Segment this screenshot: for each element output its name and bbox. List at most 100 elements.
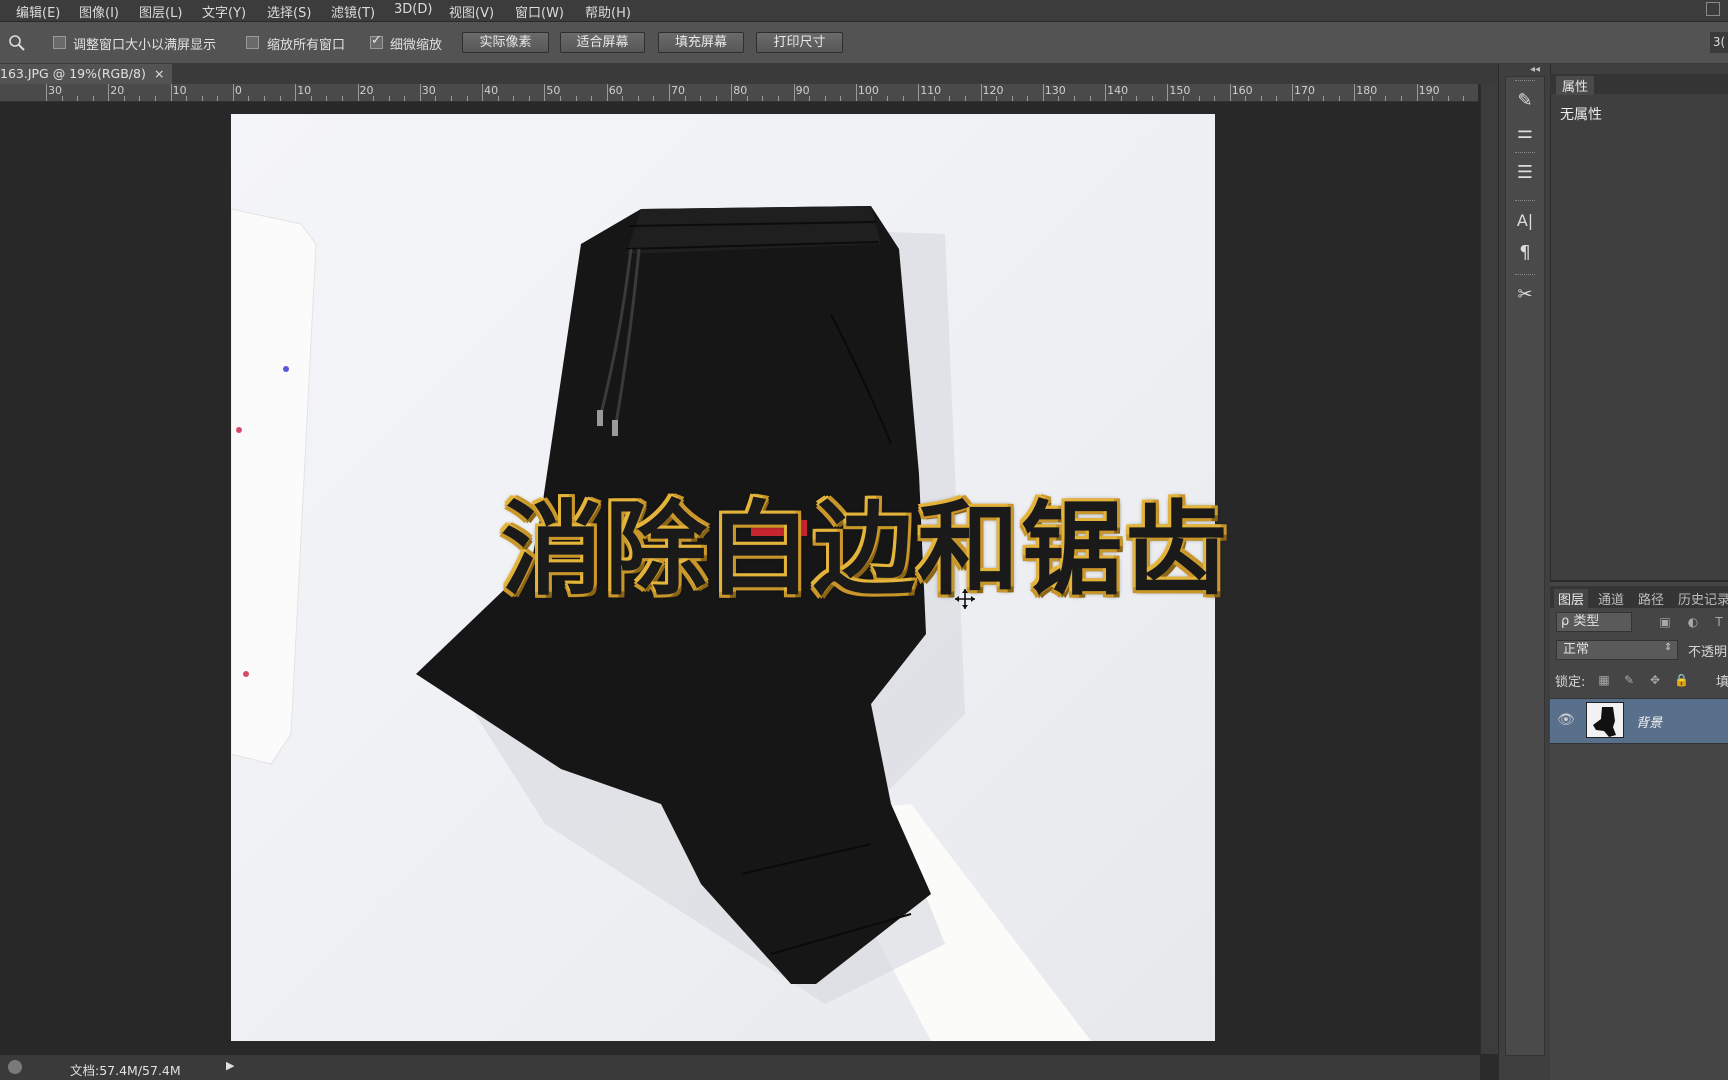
- blend-mode-select[interactable]: 正常: [1556, 640, 1678, 660]
- ruler-tick: [373, 96, 375, 101]
- layer-name: 背景: [1636, 716, 1663, 731]
- ruler-tick: [1323, 96, 1325, 101]
- ruler-tick-label: 80: [733, 84, 748, 97]
- visibility-eye-icon[interactable]: 👁: [1557, 712, 1575, 728]
- actual-pixels-button[interactable]: 实际像素: [462, 32, 549, 53]
- ruler-tick: [824, 96, 826, 101]
- window-control-icon[interactable]: [1706, 2, 1720, 16]
- tool-presets-icon[interactable]: ✂: [1512, 282, 1538, 308]
- menu-edit[interactable]: 编辑(E): [16, 2, 60, 21]
- filter-adjustment-icon[interactable]: ◐: [1686, 615, 1700, 629]
- zoom-tool-icon[interactable]: [8, 34, 26, 52]
- close-tab-icon[interactable]: ×: [154, 64, 164, 84]
- lock-paint-icon[interactable]: ✎: [1622, 673, 1636, 687]
- ruler-tick-label: 160: [1231, 84, 1253, 97]
- ruler-tick: [996, 96, 998, 101]
- lock-all-icon[interactable]: 🔒: [1674, 673, 1689, 687]
- ruler-tick: [1463, 96, 1465, 101]
- ruler-tick: [918, 84, 920, 101]
- fill-screen-button[interactable]: 填充屏幕: [658, 32, 744, 53]
- document-tab[interactable]: 163.JPG @ 19%(RGB/8) ×: [0, 64, 172, 84]
- ruler-tick: [248, 96, 250, 101]
- tab-layers[interactable]: 图层: [1554, 589, 1589, 608]
- ruler-tick: [264, 96, 266, 101]
- tab-properties[interactable]: 属性: [1556, 76, 1595, 95]
- ruler-tick: [606, 84, 608, 101]
- lock-position-icon[interactable]: ✥: [1648, 673, 1662, 687]
- scrubby-zoom-checkbox[interactable]: [370, 33, 383, 49]
- ruler-tick: [497, 96, 499, 101]
- ruler-tick: [575, 96, 577, 101]
- menu-window[interactable]: 窗口(W): [515, 2, 564, 21]
- collapse-panels-icon[interactable]: ◂◂: [1530, 64, 1540, 75]
- ruler-tick: [201, 96, 203, 101]
- layer-thumbnail-image: [1593, 707, 1616, 737]
- ruler-tick: [778, 96, 780, 101]
- ruler-tick: [217, 96, 219, 101]
- ruler-tick: [1401, 96, 1403, 101]
- filter-pixel-icon[interactable]: ▣: [1658, 615, 1672, 629]
- ruler-tick: [809, 96, 811, 101]
- ruler-tick-label: 130: [1044, 84, 1066, 97]
- tab-history[interactable]: 历史记录: [1678, 589, 1728, 608]
- menu-help[interactable]: 帮助(H): [585, 2, 631, 21]
- panel-separator: [1515, 80, 1535, 82]
- ruler-tick: [1354, 84, 1356, 101]
- brush-settings-icon[interactable]: ✎: [1512, 88, 1538, 114]
- ruler-tick: [964, 96, 966, 101]
- status-menu-icon[interactable]: [8, 1060, 22, 1074]
- ruler-tick: [295, 84, 297, 101]
- ruler-tick: [1260, 96, 1262, 101]
- menu-filter[interactable]: 滤镜(T): [331, 2, 375, 21]
- ruler-tick: [1276, 96, 1278, 101]
- tab-strip: [172, 64, 1498, 84]
- ruler-tick-label: 190: [1418, 84, 1440, 97]
- status-bar: 文档:57.4M/57.4M ▶: [0, 1054, 1480, 1080]
- menu-select[interactable]: 选择(S): [267, 2, 311, 21]
- ruler-tick: [61, 96, 63, 101]
- zoom-all-windows-checkbox[interactable]: [246, 36, 259, 49]
- ruler-tick: [1105, 84, 1107, 101]
- ruler-tick: [637, 96, 639, 101]
- ruler-tick: [669, 84, 670, 101]
- filter-type-icon[interactable]: T: [1712, 615, 1726, 629]
- ruler-tick-label: 20: [110, 84, 125, 97]
- menu-bar: 编辑(E) 图像(I) 图层(L) 文字(Y) 选择(S) 滤镜(T) 3D(D…: [0, 0, 1728, 22]
- menu-image[interactable]: 图像(I): [79, 2, 119, 21]
- ruler-tick: [855, 84, 857, 101]
- ruler-tick-label: 30: [48, 84, 62, 97]
- ruler-tick: [326, 96, 328, 101]
- menu-3d[interactable]: 3D(D): [394, 2, 432, 17]
- character-icon[interactable]: A|: [1512, 208, 1538, 234]
- clone-source-icon[interactable]: ☰: [1512, 160, 1538, 186]
- ruler-tick-label: 10: [297, 84, 312, 97]
- lock-transparent-icon[interactable]: ▦: [1597, 673, 1611, 687]
- ruler-tick: [1369, 96, 1371, 101]
- ruler-tick: [1027, 96, 1029, 101]
- ruler-tick-label: 40: [484, 84, 499, 97]
- vertical-scrollbar[interactable]: [1480, 84, 1498, 1054]
- ruler-tick: [279, 96, 281, 101]
- fit-screen-button[interactable]: 适合屏幕: [560, 32, 645, 53]
- ruler-tick: [139, 96, 141, 101]
- ruler-tick: [544, 84, 546, 101]
- menu-layer[interactable]: 图层(L): [139, 2, 182, 21]
- ruler-tick-label: 90: [795, 84, 810, 97]
- ruler-tick: [591, 96, 593, 101]
- tab-paths[interactable]: 路径: [1638, 589, 1664, 608]
- resize-windows-checkbox[interactable]: [53, 36, 66, 49]
- menu-type[interactable]: 文字(Y): [202, 2, 246, 21]
- print-size-button[interactable]: 打印尺寸: [756, 32, 843, 53]
- menu-view[interactable]: 视图(V): [449, 2, 494, 21]
- ruler-tick: [1042, 84, 1044, 101]
- paragraph-icon[interactable]: ¶: [1512, 240, 1538, 266]
- workspace-switcher[interactable]: 3(: [1710, 32, 1728, 53]
- adjustment-icon[interactable]: ⚌: [1512, 120, 1538, 146]
- status-arrow-icon[interactable]: ▶: [226, 1059, 234, 1072]
- layer-thumbnail: [1586, 702, 1624, 738]
- ruler-tick: [123, 96, 125, 101]
- tab-channels[interactable]: 通道: [1598, 589, 1624, 608]
- layer-filter-select[interactable]: ρ 类型: [1556, 612, 1632, 632]
- chevron-down-icon: ⇕: [1664, 642, 1673, 653]
- document-title: 163.JPG @ 19%(RGB/8): [0, 66, 146, 81]
